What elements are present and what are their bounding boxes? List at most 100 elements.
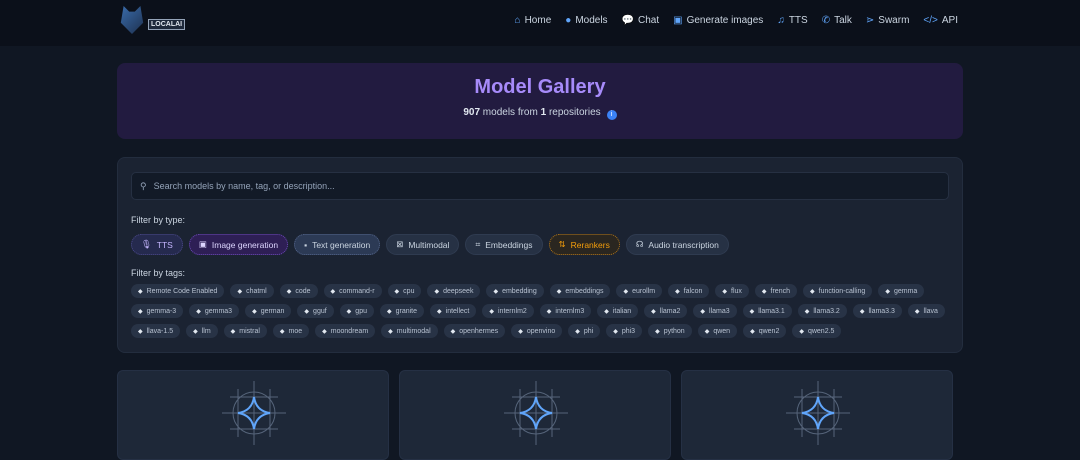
nav-models[interactable]: ● Models (565, 15, 607, 26)
tag-filter[interactable]: ◆ eurollm (616, 284, 663, 298)
tag-filter[interactable]: ◆ llm (186, 324, 218, 338)
llama-logo-icon (120, 6, 144, 34)
tag-filter[interactable]: ◆ german (245, 304, 292, 318)
type-icon: ⌗ (475, 239, 481, 249)
tag-filter[interactable]: ◆ python (648, 324, 692, 338)
tag-icon: ◆ (346, 308, 352, 315)
tag-filter[interactable]: ◆ openvino (511, 324, 563, 338)
nav-label: API (941, 15, 958, 26)
nav-swarm[interactable]: ⋗ Swarm (866, 15, 910, 26)
tag-filter[interactable]: ◆ italian (597, 304, 639, 318)
tag-filter[interactable]: ◆ french (754, 284, 797, 298)
tag-filter[interactable]: ◆ llama3.1 (742, 304, 792, 318)
tag-icon: ◆ (330, 288, 336, 295)
tag-label: llava-1.5 (146, 327, 174, 335)
tag-filter[interactable]: ◆ deepseek (427, 284, 481, 298)
type-filter-rerankers[interactable]: ⇅ Rerankers (548, 234, 620, 255)
sparkle-placeholder-icon (786, 381, 850, 445)
tag-filter[interactable]: ◆ granite (379, 304, 425, 318)
type-filter-embeddings[interactable]: ⌗ Embeddings (465, 234, 543, 255)
tag-filter[interactable]: ◆ moe (272, 324, 310, 338)
tag-icon: ◆ (604, 308, 609, 315)
tag-filter[interactable]: ◆ llava (907, 304, 945, 318)
sparkle-placeholder-icon (504, 381, 568, 445)
model-card[interactable] (399, 370, 671, 460)
tag-filter[interactable]: ◆ command-r (323, 284, 382, 298)
nav-home[interactable]: ⌂ Home (515, 15, 552, 26)
tag-icon: ◆ (489, 308, 494, 315)
model-card[interactable] (117, 370, 389, 460)
tag-filter[interactable]: ◆ llama3.3 (852, 304, 902, 318)
tag-icon: ◆ (749, 308, 755, 315)
tag-filter[interactable]: ◆ embedding (486, 284, 544, 298)
tag-filter[interactable]: ◆ qwen (697, 324, 738, 338)
tag-icon: ◆ (279, 328, 285, 335)
tag-icon: ◆ (885, 288, 890, 295)
tag-icon: ◆ (434, 288, 440, 295)
nav-label: Generate images (686, 15, 764, 26)
nav-chat[interactable]: 💬 Chat (622, 15, 660, 26)
tag-filter[interactable]: ◆ Remote Code Enabled (131, 284, 225, 298)
tag-icon: ◆ (914, 308, 920, 315)
sparkle-placeholder-icon (222, 381, 286, 445)
tag-icon: ◆ (437, 308, 442, 315)
tag-filter[interactable]: ◆ llama2 (644, 304, 688, 318)
tag-filter[interactable]: ◆ function-calling (803, 284, 873, 298)
tag-filter[interactable]: ◆ multimodal (381, 324, 438, 338)
tag-filter[interactable]: ◆ mistral (223, 324, 267, 338)
tag-label: italian (612, 307, 632, 315)
type-filter-image-generation[interactable]: ▣ Image generation (188, 234, 289, 255)
tag-filter[interactable]: ◆ embeddings (549, 284, 611, 298)
nav-api[interactable]: </> API (923, 15, 958, 26)
tag-filter[interactable]: ◆ gguf (297, 304, 334, 318)
nav-tts[interactable]: ♫ TTS (777, 15, 807, 26)
tag-filter[interactable]: ◆ gemma3 (189, 304, 240, 318)
tag-icon: ◆ (138, 328, 143, 335)
tag-filter[interactable]: ◆ internlm3 (539, 304, 592, 318)
nav-generate-images[interactable]: ▣ Generate images (673, 15, 763, 26)
tag-filter[interactable]: ◆ code (279, 284, 318, 298)
tag-filter[interactable]: ◆ internlm2 (482, 304, 534, 318)
tag-filter[interactable]: ◆ phi3 (606, 324, 643, 338)
nav-label: TTS (788, 15, 808, 26)
tag-label: german (260, 307, 285, 315)
search-icon: ⚲ (140, 180, 147, 191)
tag-filter[interactable]: ◆ falcon (668, 284, 710, 298)
localai-logo[interactable]: LOCALAI (118, 6, 186, 34)
tag-filter[interactable]: ◆ qwen2 (743, 324, 787, 338)
tag-filter[interactable]: ◆ gpu (339, 304, 374, 318)
type-filter-audio-transcription[interactable]: ☊ Audio transcription (625, 234, 729, 255)
type-filter-multimodal[interactable]: ⊠ Multimodal (386, 234, 460, 255)
model-card[interactable] (681, 370, 953, 460)
tag-filter[interactable]: ◆ intellect (430, 304, 477, 318)
tag-filter[interactable]: ◆ qwen2.5 (792, 324, 842, 338)
type-icon: ▪ (304, 239, 308, 250)
tag-label: code (295, 287, 311, 295)
tag-icon: ◆ (322, 328, 327, 335)
tag-filter[interactable]: ◆ llava-1.5 (131, 324, 181, 338)
type-filter-tts[interactable]: 🎙 TTS (131, 234, 183, 255)
tag-filter[interactable]: ◆ llama3 (693, 304, 737, 318)
tag-label: openhermes (459, 327, 499, 335)
tag-icon: ◆ (546, 308, 552, 315)
tag-filter[interactable]: ◆ moondream (315, 324, 376, 338)
tag-label: deepseek (443, 287, 474, 295)
tag-filter[interactable]: ◆ llama3.2 (797, 304, 847, 318)
tag-filter[interactable]: ◆ gemma-3 (131, 304, 184, 318)
type-filter-text-generation[interactable]: ▪ Text generation (294, 234, 381, 255)
tag-filter[interactable]: ◆ chatml (230, 284, 274, 298)
type-label: Text generation (312, 239, 371, 250)
tag-label: chatml (246, 287, 267, 295)
gallery-header: Model Gallery 907 models from 1 reposito… (117, 63, 963, 139)
tag-filter[interactable]: ◆ flux (715, 284, 749, 298)
info-icon[interactable]: i (606, 110, 617, 120)
tag-filter[interactable]: ◆ gemma (878, 284, 925, 298)
tag-filter[interactable]: ◆ cpu (387, 284, 422, 298)
nav-talk[interactable]: ✆ Talk (822, 15, 852, 26)
tag-filter[interactable]: ◆ phi (568, 324, 601, 338)
logo-text: LOCALAI (148, 19, 186, 30)
tag-label: llava (923, 307, 938, 315)
tag-label: llama3 (709, 307, 730, 315)
tag-filter[interactable]: ◆ openhermes (443, 324, 506, 338)
search-input[interactable]: ⚲ Search models by name, tag, or descrip… (131, 172, 949, 200)
